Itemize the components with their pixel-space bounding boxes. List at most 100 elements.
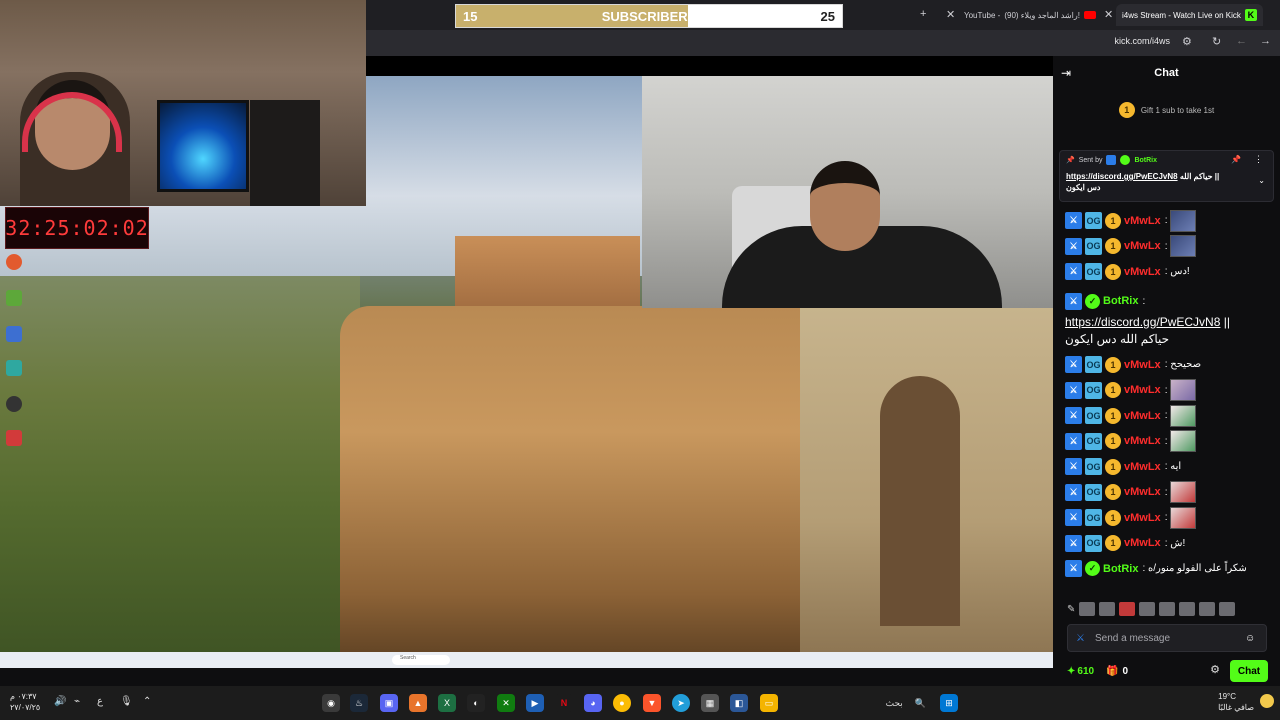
- clock-date: ٢٧/٠٧/٢٥: [10, 703, 41, 712]
- discord-icon[interactable]: ◕: [584, 694, 602, 712]
- taskbar-search[interactable]: بحث 🔍: [790, 692, 930, 714]
- chat-username[interactable]: BotRix: [1103, 295, 1138, 307]
- pinned-link[interactable]: https://discord.gg/PwECJvN8: [1066, 172, 1178, 181]
- emote[interactable]: [1219, 602, 1236, 616]
- chat-message: ⚔ OG 1 vMwLx: ايه: [1065, 454, 1275, 480]
- app-icon[interactable]: ▶: [526, 694, 544, 712]
- new-tab-icon[interactable]: +: [920, 8, 926, 20]
- chat-username[interactable]: vMwLx: [1124, 435, 1161, 447]
- chat-message: ⚔ OG 1 vMwLx: دس!: [1065, 259, 1275, 285]
- app-icon[interactable]: ◐: [467, 694, 485, 712]
- emote[interactable]: [1079, 602, 1096, 616]
- app-icon[interactable]: ◧: [730, 694, 748, 712]
- send-chat-button[interactable]: Chat: [1230, 660, 1268, 682]
- emote[interactable]: [1159, 602, 1176, 616]
- chat-message-bot: ⚔ ✓ BotRix: شكراً على الفولو منور/ه: [1065, 556, 1275, 582]
- chat-link[interactable]: https://discord.gg/PwECJvN8: [1065, 315, 1220, 329]
- tab-kick[interactable]: i4ws Stream - Watch Live on Kick K: [1116, 4, 1263, 26]
- chat-username[interactable]: vMwLx: [1124, 359, 1161, 371]
- file-explorer-icon[interactable]: ▭: [760, 694, 778, 712]
- webcam-fireplace-tv: [157, 100, 249, 192]
- reload-icon[interactable]: ↻: [1212, 35, 1221, 48]
- unpin-icon[interactable]: 📌: [1231, 155, 1241, 164]
- webcam-face: [810, 161, 880, 251]
- chat-emote: [1170, 235, 1197, 258]
- chat-username[interactable]: vMwLx: [1124, 384, 1161, 396]
- verified-badge-icon: ✓: [1085, 293, 1100, 309]
- wallpaper-cliff: [340, 306, 860, 656]
- chat-username[interactable]: vMwLx: [1124, 215, 1161, 227]
- chat-message: ⚔ OG 1 vMwLx:: [1065, 429, 1275, 455]
- site-settings-icon[interactable]: ⚙: [1182, 35, 1192, 48]
- desktop-icon[interactable]: [6, 360, 22, 376]
- chat-username[interactable]: vMwLx: [1124, 537, 1161, 549]
- search-icon: 🔍: [914, 697, 926, 708]
- chat-text: :: [1164, 410, 1168, 422]
- desktop-icon[interactable]: [6, 326, 22, 342]
- microphone-icon[interactable]: 🎙: [120, 696, 133, 707]
- input-language[interactable]: ع: [97, 696, 103, 707]
- telegram-icon[interactable]: ➤: [672, 694, 690, 712]
- sub-badge-icon: 1: [1105, 238, 1121, 255]
- chat-username[interactable]: BotRix: [1103, 563, 1138, 575]
- chat-text: : شكراً على الفولو منور/ه: [1142, 563, 1247, 575]
- close-tab-icon[interactable]: ✕: [946, 8, 955, 21]
- emote[interactable]: [1179, 602, 1196, 616]
- start-icon[interactable]: ⊞: [940, 694, 958, 712]
- chat-username[interactable]: vMwLx: [1124, 461, 1161, 473]
- mod-badge-icon: ⚔: [1065, 381, 1082, 399]
- steam-icon[interactable]: ♨: [350, 694, 368, 712]
- emote[interactable]: [1099, 602, 1116, 616]
- chat-username[interactable]: vMwLx: [1124, 240, 1161, 252]
- emote[interactable]: [1139, 602, 1156, 616]
- obs-icon[interactable]: ◉: [322, 694, 340, 712]
- chevron-down-icon[interactable]: ⌄: [1258, 176, 1265, 185]
- sub-goal-label: SUBSCRIBERS: [601, 9, 697, 24]
- desktop-icon[interactable]: [6, 254, 22, 270]
- app-icon[interactable]: ▣: [380, 694, 398, 712]
- chat-username[interactable]: vMwLx: [1124, 410, 1161, 422]
- url-field[interactable]: kick.com/i4ws: [1114, 36, 1170, 46]
- xbox-icon[interactable]: ✕: [497, 694, 515, 712]
- chat-input-box[interactable]: ⚔ ☺: [1067, 624, 1267, 652]
- emote[interactable]: [1119, 602, 1136, 616]
- chat-message: ⚔ OG 1 vMwLx: صحيحح: [1065, 352, 1275, 378]
- tab-youtube[interactable]: YouTube - (90) راشد الماجد ويلاء!: [958, 4, 1102, 26]
- tab-kick-title: i4ws Stream - Watch Live on Kick: [1122, 10, 1241, 20]
- close-tab-icon[interactable]: ✕: [1104, 8, 1113, 21]
- emoji-icon[interactable]: ☺: [1245, 633, 1255, 644]
- network-icon[interactable]: ⌁: [74, 696, 80, 707]
- store-icon[interactable]: ▦: [701, 694, 719, 712]
- chrome-icon[interactable]: ●: [613, 694, 631, 712]
- og-badge-icon: OG: [1085, 483, 1102, 501]
- chat-message: ⚔ OG 1 vMwLx: ش!: [1065, 531, 1275, 557]
- sub-badge-icon: 1: [1105, 509, 1121, 526]
- chat-input[interactable]: [1094, 632, 1235, 644]
- chat-username[interactable]: vMwLx: [1124, 512, 1161, 524]
- weather-desc: صافي غالبًا: [1218, 703, 1254, 712]
- gift-icon[interactable]: 🎁: [1106, 666, 1118, 677]
- app-icon[interactable]: ▲: [409, 694, 427, 712]
- emote-picker-icon[interactable]: ✎: [1067, 604, 1075, 615]
- og-badge-icon: OG: [1085, 237, 1102, 255]
- chat-settings-icon[interactable]: ⚙: [1210, 663, 1220, 676]
- more-options-icon[interactable]: ⋮: [1254, 154, 1263, 165]
- desktop-icon[interactable]: [6, 430, 22, 446]
- volume-icon[interactable]: 🔊: [54, 696, 66, 707]
- chat-username[interactable]: vMwLx: [1124, 266, 1161, 278]
- netflix-icon[interactable]: N: [555, 694, 573, 712]
- mod-tools-icon[interactable]: ⚔: [1076, 633, 1085, 644]
- channel-points-icon[interactable]: ✦: [1067, 666, 1075, 677]
- desktop-icon[interactable]: [6, 396, 22, 412]
- gift-leaderboard[interactable]: 1 Gift 1 sub to take 1st: [1053, 96, 1280, 124]
- desktop-icon[interactable]: [6, 290, 22, 306]
- emote[interactable]: [1199, 602, 1216, 616]
- forward-icon[interactable]: ←: [1236, 35, 1247, 47]
- brave-icon[interactable]: ▼: [643, 694, 661, 712]
- back-icon[interactable]: →: [1260, 35, 1271, 47]
- weather-widget[interactable]: 19°C صافي غالبًا: [1218, 691, 1254, 713]
- clock[interactable]: ٠٧:٣٧ م ٢٧/٠٧/٢٥: [10, 691, 40, 713]
- excel-icon[interactable]: X: [438, 694, 456, 712]
- chevron-up-icon[interactable]: ⌃: [143, 696, 151, 707]
- chat-username[interactable]: vMwLx: [1124, 486, 1161, 498]
